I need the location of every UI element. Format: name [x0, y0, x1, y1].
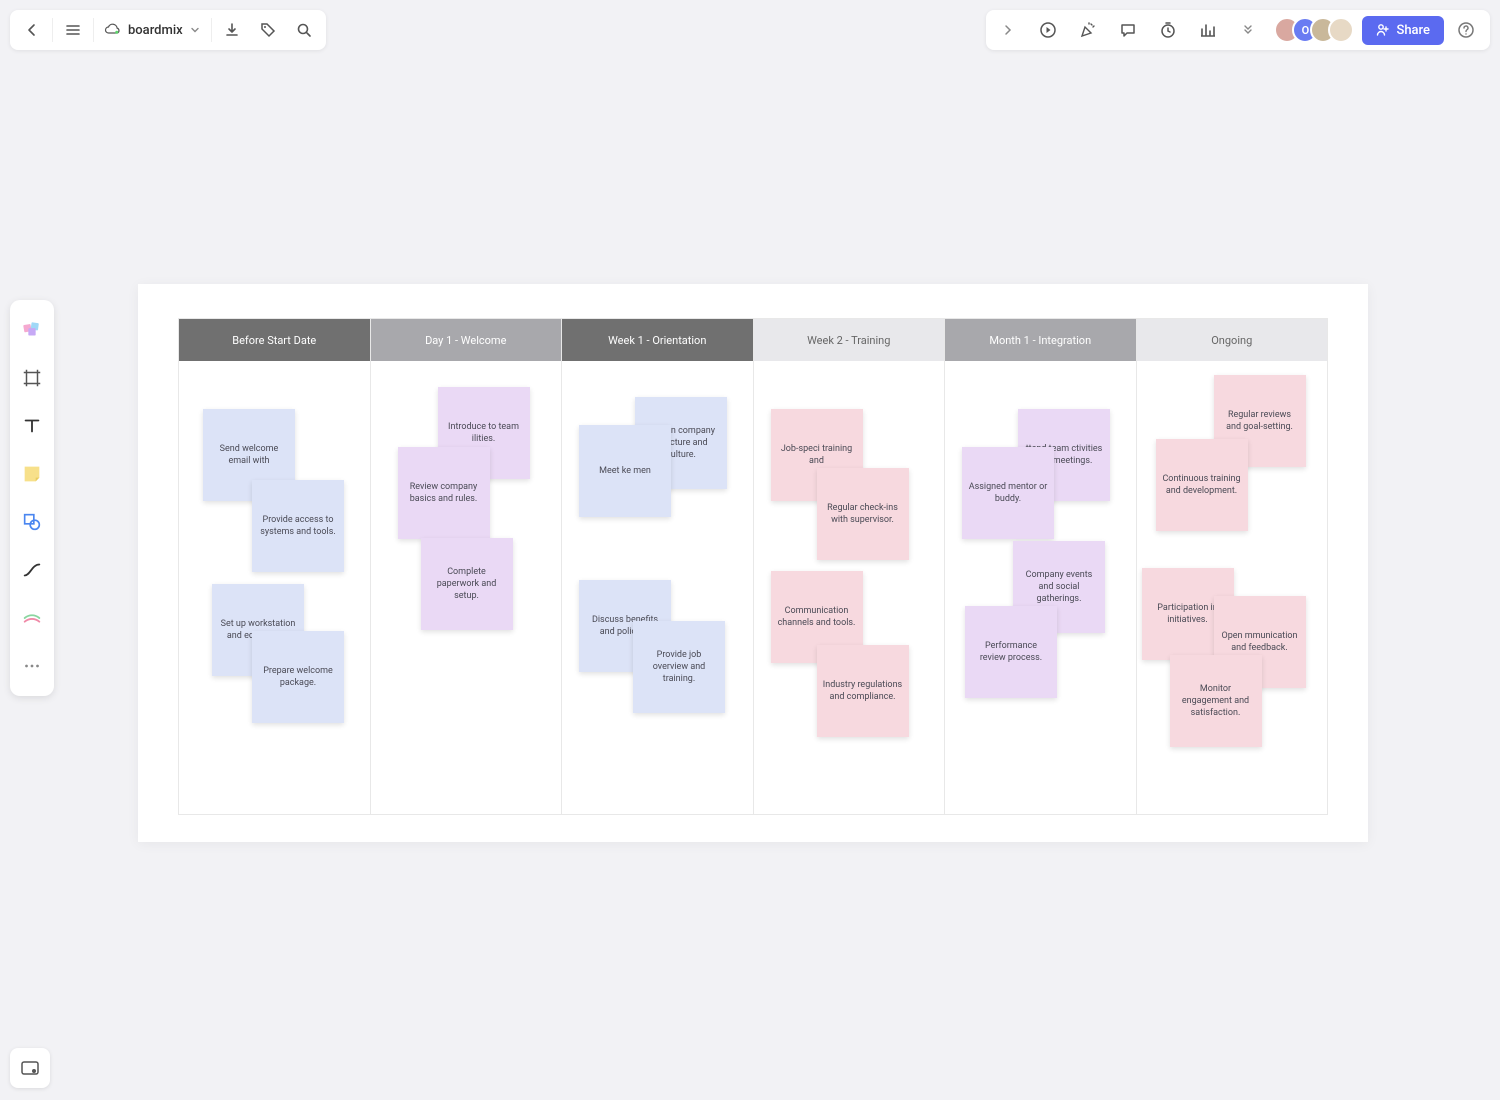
search-button[interactable] — [286, 12, 322, 48]
board-column: Month 1 - Integrationttend team ctivitie… — [945, 319, 1137, 814]
board-column: Before Start DateSend welcome email with… — [179, 319, 371, 814]
help-button[interactable] — [1448, 12, 1484, 48]
canvas-area[interactable]: Before Start DateSend welcome email with… — [138, 284, 1368, 842]
separator — [93, 18, 94, 42]
templates-tool[interactable] — [10, 306, 54, 354]
celebrate-button[interactable] — [1070, 12, 1106, 48]
expand-right-icon[interactable] — [990, 12, 1026, 48]
separator — [52, 18, 53, 42]
share-button[interactable]: Share — [1362, 16, 1444, 45]
board-column: Day 1 - WelcomeIntroduce to team ilities… — [371, 319, 563, 814]
kanban-board: Before Start DateSend welcome email with… — [178, 318, 1328, 815]
board-column: Week 1 - OrientationExplain company stru… — [562, 319, 754, 814]
column-header: Day 1 - Welcome — [371, 319, 562, 361]
separator — [211, 18, 212, 42]
play-button[interactable] — [1030, 12, 1066, 48]
sticky-note[interactable]: Provide access to systems and tools. — [252, 480, 344, 572]
column-header: Ongoing — [1137, 319, 1328, 361]
sticky-note[interactable]: Monitor engagement and satisfaction. — [1170, 655, 1262, 747]
sticky-note[interactable]: Industry regulations and compliance. — [817, 645, 909, 737]
share-label: Share — [1396, 23, 1430, 38]
sticky-note[interactable]: Assigned mentor or buddy. — [962, 447, 1054, 539]
connector-tool[interactable] — [10, 546, 54, 594]
column-header: Month 1 - Integration — [945, 319, 1136, 361]
more-dropdown[interactable] — [1230, 12, 1266, 48]
user-plus-icon — [1376, 23, 1390, 37]
board-column: OngoingRegular reviews and goal-setting.… — [1137, 319, 1328, 814]
tag-button[interactable] — [250, 12, 286, 48]
brand-dropdown[interactable]: boardmix — [96, 21, 209, 39]
frame-tool[interactable] — [10, 354, 54, 402]
sticky-note[interactable]: Review company basics and rules. — [398, 447, 490, 539]
download-button[interactable] — [214, 12, 250, 48]
column-header: Week 1 - Orientation — [562, 319, 753, 361]
left-toolbar — [10, 300, 54, 696]
timer-button[interactable] — [1150, 12, 1186, 48]
sticky-note[interactable]: Regular check-ins with supervisor. — [817, 468, 909, 560]
sticky-note[interactable]: Prepare welcome package. — [252, 631, 344, 723]
top-right-toolbar: O Share — [986, 10, 1490, 50]
sticky-note-tool[interactable] — [10, 450, 54, 498]
sticky-note[interactable]: Performance review process. — [965, 606, 1057, 698]
avatar[interactable] — [1328, 17, 1354, 43]
more-tools[interactable] — [10, 642, 54, 690]
board-column: Week 2 - TrainingJob-speci training andR… — [754, 319, 946, 814]
sticky-note[interactable]: Complete paperwork and setup. — [421, 538, 513, 630]
sticky-note[interactable]: Provide job overview and training. — [633, 621, 725, 713]
pen-tool[interactable] — [10, 594, 54, 642]
brand-label: boardmix — [128, 23, 183, 38]
column-header: Before Start Date — [179, 319, 370, 361]
back-button[interactable] — [14, 12, 50, 48]
sticky-note[interactable]: Meet ke men — [579, 425, 671, 517]
sticky-note[interactable]: Continuous training and development. — [1156, 439, 1248, 531]
text-tool[interactable] — [10, 402, 54, 450]
top-left-toolbar: boardmix — [10, 10, 326, 50]
avatar-stack[interactable]: O — [1274, 17, 1354, 43]
shape-tool[interactable] — [10, 498, 54, 546]
menu-button[interactable] — [55, 12, 91, 48]
cloud-icon — [104, 21, 122, 39]
chart-button[interactable] — [1190, 12, 1226, 48]
chevron-down-icon — [189, 24, 201, 36]
minimap-button[interactable] — [10, 1048, 50, 1088]
column-header: Week 2 - Training — [754, 319, 945, 361]
comment-button[interactable] — [1110, 12, 1146, 48]
